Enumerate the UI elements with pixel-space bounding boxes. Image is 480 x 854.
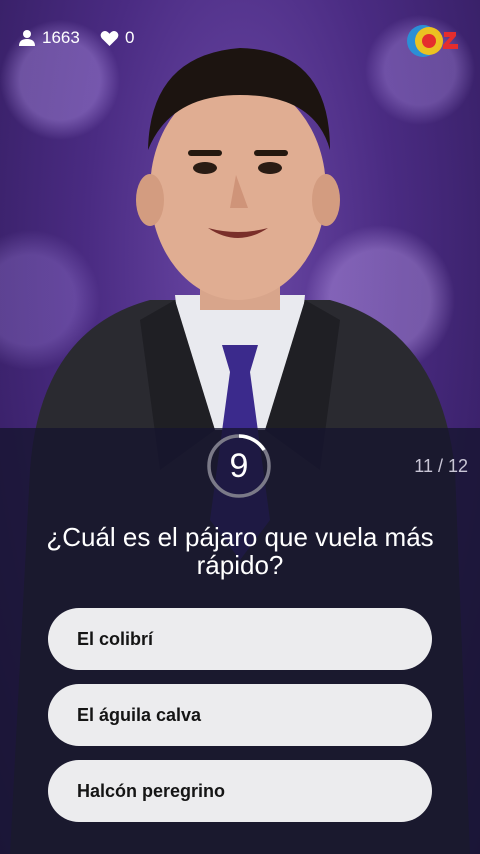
- heart-icon: [100, 30, 119, 46]
- viewer-count: 1663: [42, 28, 80, 47]
- answer-option-3[interactable]: Halcón peregrino: [48, 760, 432, 822]
- question-progress: 11 / 12: [414, 456, 468, 476]
- question-text: ¿Cuál es el pájaro que vuela más rápido?: [46, 522, 434, 580]
- answer-option-1[interactable]: El colibrí: [48, 608, 432, 670]
- like-counter: 0: [100, 28, 134, 48]
- person-icon: [19, 30, 35, 46]
- top-bar: 1663 0: [0, 22, 480, 57]
- answer-option-2[interactable]: El águila calva: [48, 684, 432, 746]
- countdown-value: 9: [229, 446, 249, 485]
- like-count: 0: [125, 28, 135, 47]
- q12-logo-icon: [407, 25, 458, 57]
- viewer-counter: 1663: [18, 28, 80, 48]
